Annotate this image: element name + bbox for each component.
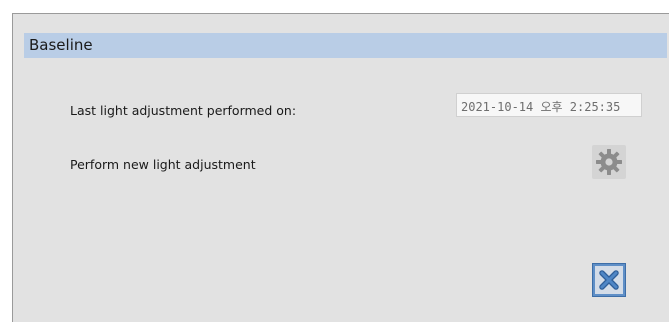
- gear-icon: [596, 149, 622, 175]
- close-icon: [599, 270, 619, 290]
- perform-light-adjustment-button[interactable]: [592, 145, 626, 179]
- last-adjustment-datetime-value: 2021-10-14 오후 2:25:35: [461, 100, 621, 114]
- last-adjustment-label: Last light adjustment performed on:: [70, 103, 297, 118]
- close-button[interactable]: [592, 263, 626, 297]
- panel-header: Baseline: [24, 33, 667, 58]
- new-adjustment-label: Perform new light adjustment: [70, 157, 256, 172]
- close-button-face: [595, 266, 623, 294]
- last-adjustment-datetime-field: 2021-10-14 오후 2:25:35: [456, 93, 642, 117]
- baseline-dialog: Baseline Last light adjustment performed…: [12, 13, 669, 322]
- panel-title: Baseline: [29, 36, 93, 54]
